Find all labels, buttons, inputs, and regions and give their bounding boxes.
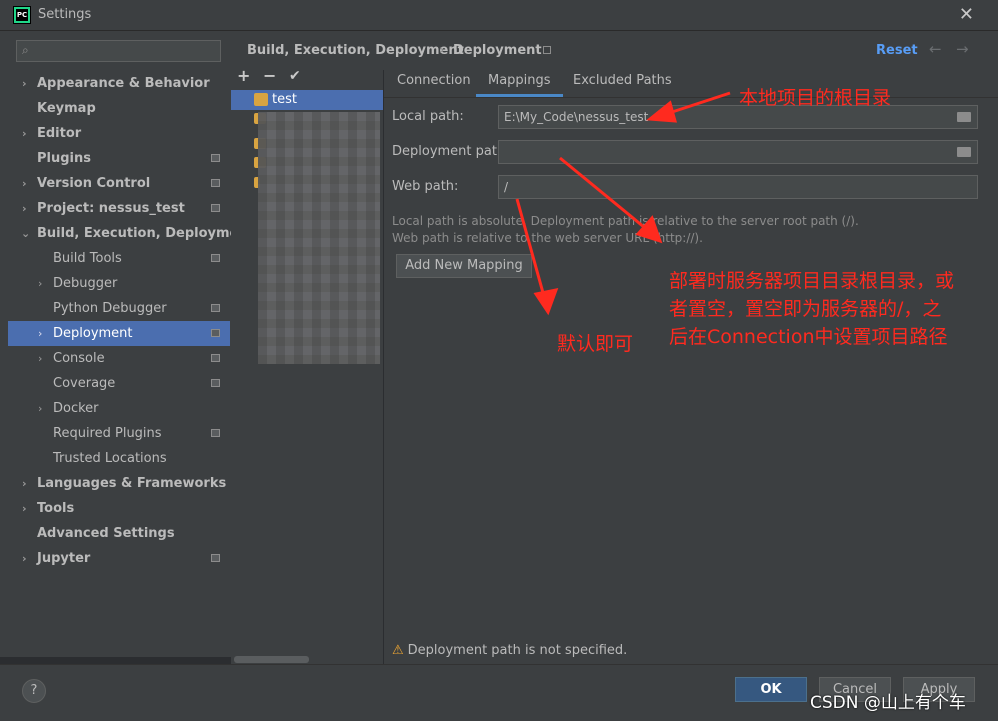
csdn-watermark: CSDN @山上有个车: [810, 693, 966, 713]
annotation-deploy-line1: 部署时服务器项目目录根目录，或: [669, 270, 955, 292]
arrow-to-web-path: [515, 198, 547, 301]
arrowhead: [533, 288, 559, 316]
annotation-default-ok: 默认即可: [557, 333, 634, 355]
annotation-deploy-line3: 后在Connection中设置项目路径: [669, 326, 948, 348]
annotation-deploy-line2: 者置空，置空即为服务器的/，之: [669, 298, 942, 320]
annotation-local-root: 本地项目的根目录: [739, 87, 892, 109]
arrowhead: [635, 215, 663, 244]
arrow-to-deployment-path: [559, 156, 651, 234]
arrowhead: [646, 100, 678, 123]
